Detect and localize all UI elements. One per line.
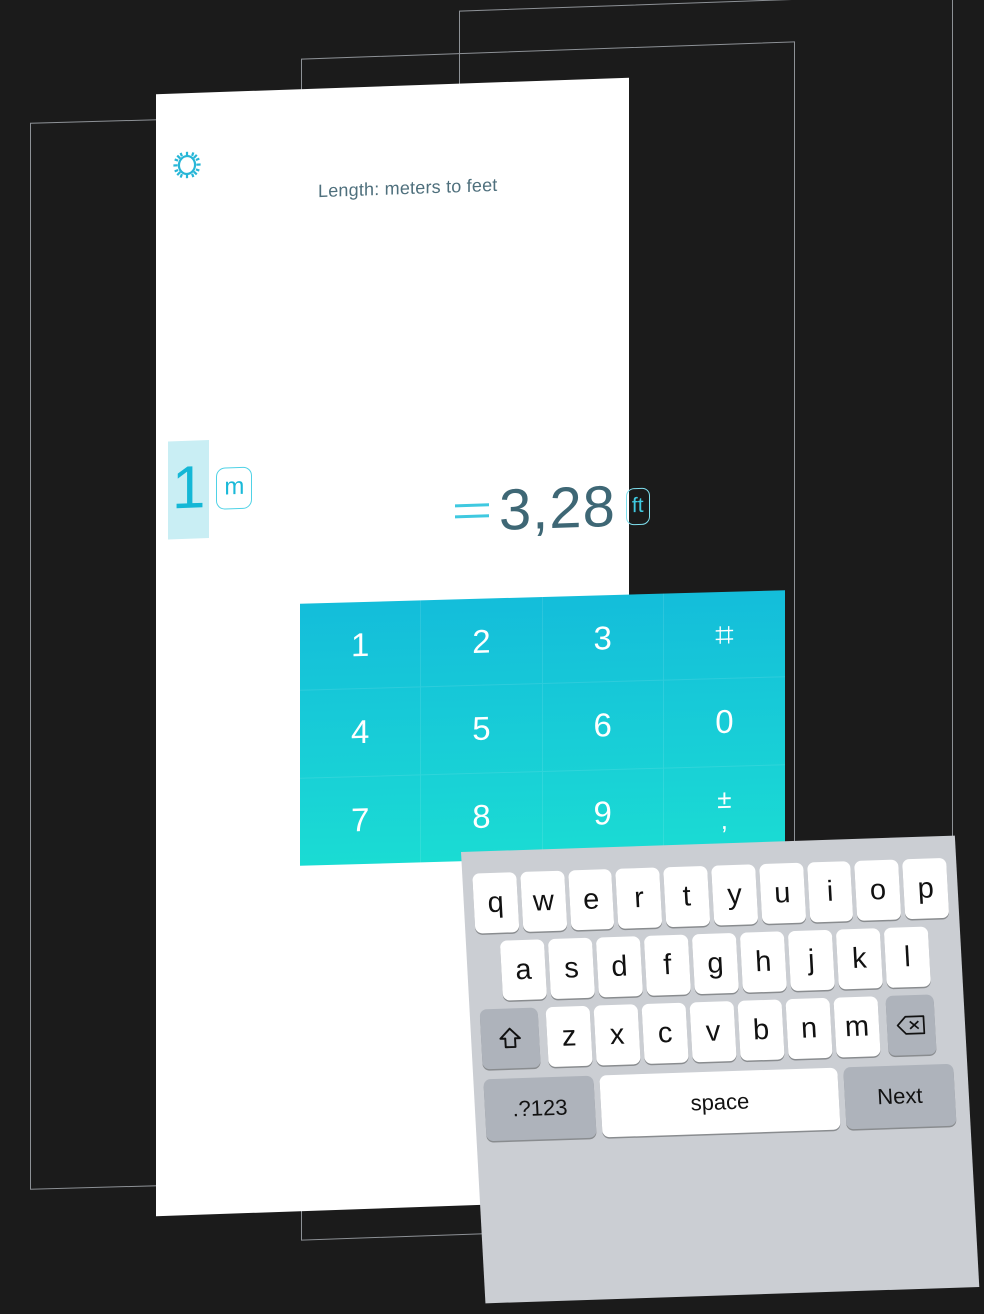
keypad-key-label: 6 (593, 706, 612, 745)
key-label: s (563, 951, 580, 985)
keypad-3[interactable]: 3 (542, 593, 664, 685)
keypad-1[interactable]: 1 (300, 600, 422, 692)
equals-icon (455, 503, 489, 520)
key-g[interactable]: g (691, 932, 740, 995)
key-label: q (486, 886, 505, 919)
key-p[interactable]: p (902, 857, 950, 920)
key-a[interactable]: a (499, 939, 548, 1001)
space-key[interactable]: space (599, 1067, 841, 1138)
shift-icon[interactable] (479, 1007, 541, 1070)
key-v[interactable]: v (689, 1001, 737, 1063)
key-k[interactable]: k (835, 928, 883, 990)
key-label: v (704, 1014, 722, 1048)
keypad-key-label: 2 (472, 622, 491, 661)
key-label: y (726, 878, 743, 911)
key-x[interactable]: x (593, 1004, 641, 1066)
key-label: i (826, 875, 835, 908)
key-h[interactable]: h (739, 931, 788, 993)
key-n[interactable]: n (785, 997, 833, 1060)
key-label: .?123 (511, 1094, 569, 1122)
key-c[interactable]: c (641, 1002, 689, 1064)
key-d[interactable]: d (595, 936, 644, 998)
keypad-key-label: 7 (350, 801, 370, 839)
key-label: f (662, 948, 673, 981)
key-j[interactable]: j (787, 929, 835, 992)
input-unit-badge[interactable]: m (216, 466, 253, 510)
key-label: k (851, 942, 868, 975)
keypad-4[interactable]: 4 (300, 687, 422, 779)
key-label: r (633, 881, 645, 914)
keypad-5[interactable]: 5 (421, 684, 543, 776)
key-w[interactable]: w (519, 870, 567, 932)
key-i[interactable]: i (806, 861, 854, 923)
key-m[interactable]: m (833, 996, 881, 1058)
numeric-toggle-key[interactable]: .?123 (483, 1075, 597, 1142)
key-label: x (608, 1018, 626, 1051)
result-unit-badge[interactable]: ft (625, 487, 650, 525)
next-key[interactable]: Next (843, 1063, 957, 1130)
key-label: l (903, 940, 912, 973)
key-label: t (681, 879, 692, 913)
key-label: g (706, 946, 725, 980)
key-o[interactable]: o (854, 859, 902, 921)
keypad-hash[interactable]: ⌗ (663, 590, 785, 681)
keypad-sign-bottom: , (720, 805, 728, 836)
exploded-layer-stage: Length: meters to feet 1 m 3,28 ft 1 2 3… (0, 0, 984, 1314)
key-label: o (868, 873, 887, 906)
key-label: j (807, 943, 816, 977)
key-label: h (754, 945, 773, 978)
key-f[interactable]: f (643, 934, 692, 996)
keypad-2[interactable]: 2 (421, 597, 543, 688)
key-l[interactable]: l (883, 926, 931, 988)
key-s[interactable]: s (547, 937, 596, 1000)
key-label: c (656, 1016, 674, 1050)
key-label: space (689, 1088, 750, 1116)
key-label: d (610, 950, 629, 983)
keypad-key-label: 9 (593, 794, 612, 832)
key-t[interactable]: t (663, 865, 711, 928)
input-value-row[interactable]: 1 m (168, 439, 253, 540)
key-label: n (800, 1011, 818, 1045)
gear-icon[interactable] (170, 147, 204, 182)
result-row: 3,28 ft (455, 473, 650, 543)
input-value[interactable]: 1 (168, 440, 210, 540)
key-label: a (514, 953, 533, 986)
keypad-0[interactable]: 0 (663, 677, 785, 769)
key-label: p (916, 871, 935, 905)
result-value: 3,28 (499, 473, 616, 543)
wireframe-layer-1 (30, 119, 158, 1190)
keypad-key-label: 8 (472, 797, 491, 836)
keypad-key-label: 1 (350, 625, 370, 664)
key-label: z (560, 1019, 578, 1053)
key-y[interactable]: y (711, 864, 759, 926)
key-r[interactable]: r (615, 867, 663, 929)
key-label: Next (876, 1082, 924, 1110)
software-keyboard[interactable]: q w e r t y u i o p a s d f g h j k l z … (461, 835, 980, 1304)
key-q[interactable]: q (472, 872, 520, 934)
key-label: u (773, 876, 792, 910)
keypad-8[interactable]: 8 (421, 771, 543, 863)
keypad-key-label: 3 (593, 619, 612, 657)
key-b[interactable]: b (737, 999, 785, 1061)
keypad-6[interactable]: 6 (542, 680, 664, 772)
key-u[interactable]: u (758, 862, 806, 925)
key-label: m (844, 1010, 870, 1043)
keypad-key-label: ⌗ (715, 615, 734, 653)
delete-icon[interactable] (885, 994, 937, 1056)
keypad-key-label: 5 (472, 709, 491, 748)
keypad-7[interactable]: 7 (300, 775, 422, 866)
numeric-keypad[interactable]: 1 2 3 ⌗ 4 5 6 0 7 8 9 ± , (300, 590, 785, 866)
key-z[interactable]: z (545, 1005, 593, 1068)
keypad-key-label: 0 (715, 703, 734, 741)
key-label: e (582, 882, 601, 916)
keypad-key-label: 4 (350, 713, 370, 751)
key-label: w (532, 884, 555, 918)
key-e[interactable]: e (567, 869, 615, 931)
key-label: b (752, 1013, 770, 1046)
